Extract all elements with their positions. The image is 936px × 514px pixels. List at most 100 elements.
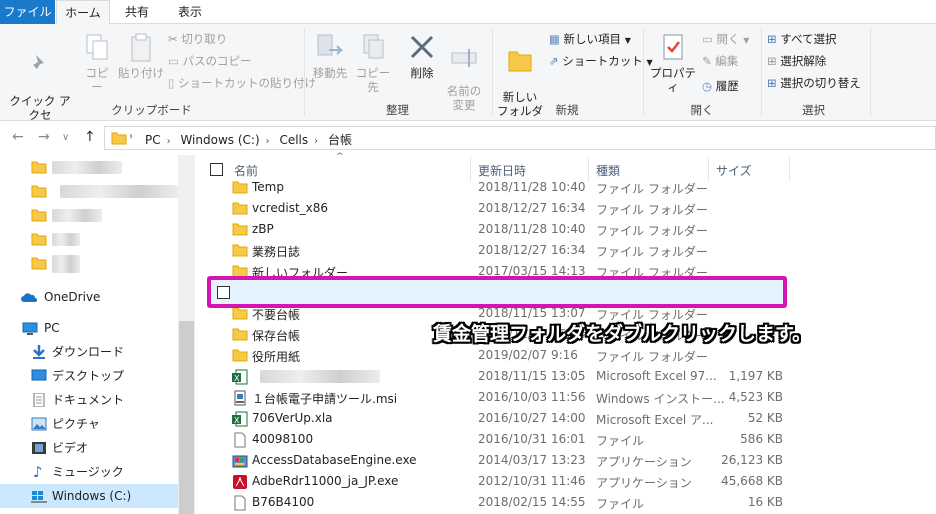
table-row[interactable]: X 706VerUp.xla 2016/10/27 14:00 Microsoft E… bbox=[196, 408, 936, 429]
copy-button[interactable]: コピー bbox=[80, 32, 114, 94]
cell-date: 2018/02/15 14:55 bbox=[478, 495, 586, 509]
up-arrow-icon[interactable]: ↑ bbox=[84, 129, 96, 145]
breadcrumb-separator-icon[interactable]: › bbox=[314, 136, 318, 147]
breadcrumb-pc[interactable]: PC bbox=[145, 133, 161, 147]
table-row[interactable]: B76B4100 2018/02/15 14:55 ファイル 16 KB bbox=[196, 492, 936, 513]
nav-pictures-label: ピクチャ bbox=[52, 417, 100, 431]
tab-file[interactable]: ファイル bbox=[0, 0, 55, 24]
new-item-button[interactable]: ▦ 新しい項目 ▼ bbox=[549, 29, 631, 49]
invert-selection-button[interactable]: ⊞ 選択の切り替え bbox=[767, 73, 861, 93]
table-row[interactable]: １台帳電子申請ツール.msi 2016/10/03 11:56 Windows イン… bbox=[196, 387, 936, 408]
move-to-button[interactable]: 移動先 bbox=[310, 32, 350, 80]
cell-date: 2018/11/28 10:40 bbox=[478, 222, 586, 236]
delete-button[interactable]: 削除 bbox=[402, 32, 442, 80]
nav-documents[interactable]: ドキュメント bbox=[0, 388, 178, 412]
select-none-button[interactable]: ⊞ 選択解除 bbox=[767, 51, 826, 71]
table-row[interactable]: Temp 2018/11/28 10:40 ファイル フォルダー bbox=[196, 177, 936, 198]
annotation-caption: 賃金管理フォルダをダブルクリックします。 bbox=[433, 323, 812, 345]
nav-blurred-folder[interactable] bbox=[0, 203, 178, 227]
cell-date: 2012/10/31 11:46 bbox=[478, 474, 586, 488]
nav-desktop-label: デスクトップ bbox=[52, 369, 125, 383]
forward-arrow-icon[interactable]: → bbox=[38, 129, 50, 145]
nav-blurred-folder[interactable] bbox=[0, 179, 178, 203]
clipboard-group-label: クリップボード bbox=[111, 103, 192, 117]
folder-icon bbox=[232, 201, 248, 218]
tab-view[interactable]: 表示 bbox=[166, 0, 214, 24]
nav-music[interactable]: ♪ ミュージック bbox=[0, 460, 178, 484]
recent-locations-chevron-icon[interactable]: ∨ bbox=[62, 132, 69, 143]
copy-path-button[interactable]: ▭ パスのコピー bbox=[168, 51, 252, 71]
cell-name: 40098100 bbox=[252, 432, 314, 446]
rename-button[interactable]: 名前の 変更 bbox=[444, 32, 484, 112]
paste-icon bbox=[131, 33, 151, 62]
select-none-label: 選択解除 bbox=[780, 54, 827, 68]
new-shortcut-button[interactable]: ⇗ ショートカット ▼ bbox=[549, 51, 653, 71]
select-all-checkbox[interactable] bbox=[210, 163, 223, 176]
nav-blurred-folder[interactable] bbox=[0, 227, 178, 251]
copy-to-button[interactable]: コピー先 bbox=[352, 32, 394, 94]
cell-type: Windows インストー... bbox=[596, 392, 725, 406]
cell-type: アプリケーション bbox=[596, 476, 692, 490]
table-row[interactable]: X 2018/11/15 13:05 Microsoft Excel 97... 1,… bbox=[196, 366, 936, 387]
cell-name: 706VerUp.xla bbox=[252, 411, 333, 425]
nav-onedrive-label: OneDrive bbox=[44, 290, 101, 304]
cell-size: 1,197 KB bbox=[728, 369, 783, 383]
nav-scrollbar-thumb[interactable] bbox=[179, 321, 194, 514]
edit-label: 編集 bbox=[715, 54, 739, 68]
breadcrumb-cells[interactable]: Cells bbox=[279, 133, 308, 147]
paste-button[interactable]: 貼り付け bbox=[118, 32, 164, 80]
nav-onedrive[interactable]: OneDrive bbox=[0, 285, 178, 309]
table-row[interactable]: AdbeRdr11000_ja_JP.exe 2012/10/31 11:46 アプ… bbox=[196, 471, 936, 492]
table-row[interactable]: 業務日誌 2018/12/27 16:34 ファイル フォルダー bbox=[196, 240, 936, 261]
nav-pictures[interactable]: ピクチャ bbox=[0, 412, 178, 436]
history-icon: ◷ bbox=[702, 79, 716, 93]
address-box[interactable]: › PC › Windows (C:) › Cells › 台帳 bbox=[104, 126, 936, 150]
nav-pc[interactable]: PC bbox=[0, 316, 178, 340]
nav-desktop[interactable]: デスクトップ bbox=[0, 364, 178, 388]
tab-home[interactable]: ホーム bbox=[56, 0, 110, 25]
nav-documents-label: ドキュメント bbox=[52, 393, 125, 407]
shortcut-label: ショートカット bbox=[562, 54, 643, 68]
chevron-down-icon: ▼ bbox=[624, 36, 631, 45]
folder-icon bbox=[232, 306, 248, 323]
tab-share[interactable]: 共有 bbox=[112, 0, 162, 24]
cell-date: 2018/12/27 16:34 bbox=[478, 201, 586, 215]
nav-blurred-folder[interactable] bbox=[0, 251, 178, 275]
breadcrumb-drive-c[interactable]: Windows (C:) bbox=[180, 133, 259, 147]
table-row[interactable]: 40098100 2016/10/31 16:01 ファイル 586 KB bbox=[196, 429, 936, 450]
select-all-button[interactable]: ⊞ すべて選択 bbox=[767, 29, 837, 49]
copy-path-icon: ▭ bbox=[168, 54, 183, 68]
nav-downloads[interactable]: ダウンロード bbox=[0, 340, 178, 364]
table-row[interactable]: 役所用紙 2019/02/07 9:16 ファイル フォルダー bbox=[196, 345, 936, 366]
cut-button[interactable]: ✂ 切り取り bbox=[168, 29, 227, 49]
cell-name: 役所用紙 bbox=[252, 350, 301, 364]
breadcrumb-separator-icon[interactable]: › bbox=[266, 136, 270, 147]
folder-icon bbox=[232, 243, 248, 260]
table-row[interactable]: AccessDatabaseEngine.exe 2014/03/17 13:23… bbox=[196, 450, 936, 471]
cell-type: ファイル bbox=[596, 434, 645, 448]
breadcrumb-daicho[interactable]: 台帳 bbox=[328, 131, 352, 148]
paste-shortcut-button[interactable]: ▯ ショートカットの貼り付け bbox=[168, 73, 316, 93]
folder-icon bbox=[232, 348, 248, 365]
folder-icon bbox=[31, 209, 47, 222]
back-arrow-icon[interactable]: ← bbox=[12, 129, 24, 145]
rename-icon bbox=[451, 49, 477, 67]
redacted-label bbox=[52, 255, 80, 273]
open-button[interactable]: ▭ 開く ▼ bbox=[702, 29, 749, 49]
file-icon bbox=[232, 495, 248, 514]
cell-date: 2018/11/15 13:05 bbox=[478, 369, 586, 383]
cell-name: 保存台帳 bbox=[252, 329, 301, 343]
nav-videos[interactable]: ビデオ bbox=[0, 436, 178, 460]
redacted-label bbox=[52, 209, 102, 222]
breadcrumb-separator-icon[interactable]: › bbox=[167, 136, 171, 147]
table-row[interactable]: zBP 2018/11/28 10:40 ファイル フォルダー bbox=[196, 219, 936, 240]
edit-button[interactable]: ✎ 編集 bbox=[702, 51, 738, 71]
cut-label: 切り取り bbox=[181, 32, 228, 46]
history-button[interactable]: ◷ 履歴 bbox=[702, 76, 739, 96]
nav-drive-c[interactable]: Windows (C:) bbox=[0, 484, 178, 508]
nav-blurred-folder[interactable] bbox=[0, 155, 178, 179]
properties-button[interactable]: プロパティ bbox=[648, 32, 698, 94]
table-row[interactable]: vcredist_x86 2018/12/27 16:34 ファイル フォルダー bbox=[196, 198, 936, 219]
cell-size: 4,523 KB bbox=[728, 390, 783, 404]
cell-type: ファイル フォルダー bbox=[596, 224, 708, 238]
